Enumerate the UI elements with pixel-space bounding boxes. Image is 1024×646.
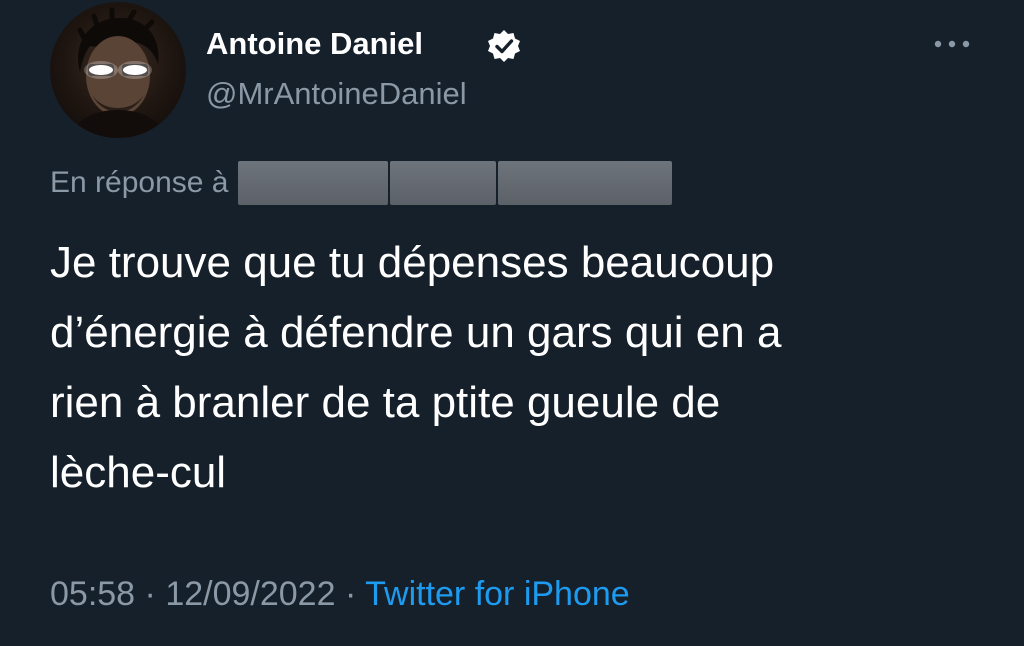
tweet-meta: 05:58 · 12/09/2022 · Twitter for iPhone — [50, 572, 630, 616]
redacted-mention — [238, 161, 389, 205]
tweet-text-line: rien à branler de ta ptite gueule de — [50, 378, 721, 427]
redacted-mention — [498, 161, 673, 205]
tweet-card: Antoine Daniel @MrAntoineDaniel En répon… — [0, 0, 1024, 646]
reply-label: En réponse à — [50, 166, 229, 199]
tweet-text: Je trouve que tu dépenses beaucoup d’éne… — [50, 228, 980, 508]
tweet-source-link[interactable]: Twitter for iPhone — [365, 575, 630, 613]
tweet-text-line: lèche-cul — [50, 448, 227, 497]
redacted-mention — [390, 161, 497, 205]
tweet-time[interactable]: 05:58 — [50, 575, 135, 613]
avatar[interactable] — [50, 2, 186, 138]
verified-badge-icon — [486, 28, 522, 64]
meta-separator: · — [144, 575, 156, 613]
author-display-name[interactable]: Antoine Daniel — [206, 24, 423, 64]
author-handle[interactable]: @MrAntoineDaniel — [206, 74, 467, 114]
tweet-text-line: Je trouve que tu dépenses beaucoup — [50, 238, 775, 287]
tweet-text-line: d’énergie à défendre un gars qui en a — [50, 308, 782, 357]
tweet-date[interactable]: 12/09/2022 — [165, 575, 335, 613]
avatar-image — [70, 7, 166, 138]
reply-context: En réponse à — [50, 160, 673, 206]
meta-separator: · — [344, 575, 357, 613]
more-options-icon[interactable] — [930, 32, 974, 56]
